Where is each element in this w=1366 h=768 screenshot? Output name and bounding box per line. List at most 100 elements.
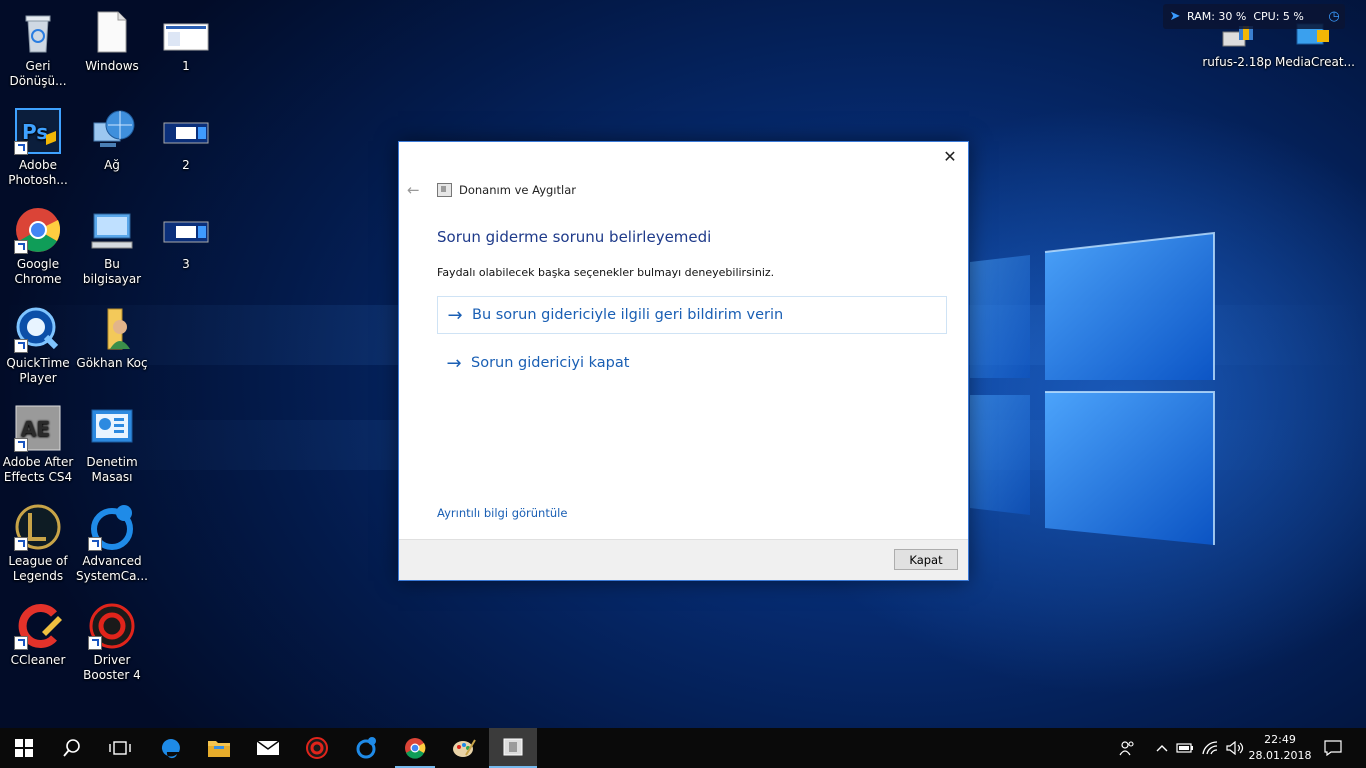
feedback-option-link[interactable]: → Bu sorun gidericiyle ilgili geri bildi… [437,296,947,334]
chrome-icon [405,738,426,759]
desktop-icon-chrome[interactable]: Google Chrome [0,206,76,287]
advanced-systemcare-icon [356,737,376,759]
shortcut-arrow-icon [14,141,28,155]
desktop-icon-media-creation-tool[interactable]: MediaCreat... [1275,22,1355,70]
action-center-button[interactable] [1320,728,1346,768]
desktop-icon-recycle-bin[interactable]: Geri Dönüşü... [0,8,76,89]
taskbar-paint[interactable] [440,728,488,768]
notification-icon [1324,740,1342,756]
desktop-icon-label: Advanced SystemCa... [76,554,148,583]
battery-button[interactable] [1174,728,1196,768]
system-monitor-widget[interactable]: ➤ RAM: 30 % CPU: 5 % ◷ [1163,4,1345,29]
desktop-icon-network[interactable]: Ağ [74,107,150,173]
dialog-footer: Kapat [399,539,968,580]
rocket-icon[interactable]: ➤ [1163,9,1187,24]
windows-start-icon [15,739,33,757]
mail-icon [256,740,280,755]
people-icon [1119,741,1134,756]
desktop-icon-label: Geri Dönüşü... [9,59,67,88]
speedometer-icon[interactable]: ◷ [1323,9,1345,24]
desktop-icon-windows[interactable]: Windows [74,8,150,74]
clock-date: 28.01.2018 [1248,749,1312,762]
desktop-icon-label: Bu bilgisayar [82,257,142,286]
back-arrow-icon[interactable]: ← [407,181,427,199]
after-effects-icon: AE [14,404,62,452]
search-icon [63,739,80,757]
shortcut-arrow-icon [14,339,28,353]
driver-booster-icon [306,737,328,759]
screenshot-thumbnail-icon [162,107,210,155]
photoshop-icon: Ps [14,107,62,155]
desktop-icon-label: League of Legends [8,554,68,583]
desktop-icon-this-pc[interactable]: Bu bilgisayar [74,206,150,287]
desktop-icon-2[interactable]: 2 [148,107,224,173]
driver-booster-icon [88,602,136,650]
paint-palette-icon [453,739,476,757]
desktop-icon-after-effects[interactable]: AE Adobe After Effects CS4 [0,404,76,485]
desktop-icon-control-panel[interactable]: Denetim Masası [74,404,150,485]
option-label: Bu sorun gidericiyle ilgili geri bildiri… [472,307,784,323]
league-of-legends-icon [14,503,62,551]
control-panel-icon [88,404,136,452]
desktop-icon-ccleaner[interactable]: CCleaner [0,602,76,668]
desktop-icon-user-folder[interactable]: Gökhan Koç [74,305,150,371]
show-hidden-icons-button[interactable] [1152,728,1172,768]
desktop-icon-label: 3 [182,257,190,271]
troubleshooter-dialog: ✕ ← Donanım ve Aygıtlar Sorun giderme so… [398,141,969,581]
search-button[interactable] [48,728,96,768]
shortcut-arrow-icon [14,537,28,551]
desktop-icon-photoshop[interactable]: Ps Adobe Photosh... [0,107,76,188]
wifi-button[interactable] [1200,728,1222,768]
screenshot-thumbnail-icon [162,8,210,56]
taskbar-driver-booster[interactable] [293,728,341,768]
people-button[interactable] [1114,728,1140,768]
desktop-icon-label: Adobe Photosh... [8,158,68,187]
desktop-icon-label: QuickTime Player [6,356,70,385]
desktop-icon-driver-booster[interactable]: Driver Booster 4 [74,602,150,683]
taskbar-chrome[interactable] [391,728,439,768]
page-description: Faydalı olabilecek başka seçenekler bulm… [437,266,775,279]
shortcut-arrow-icon [14,636,28,650]
battery-icon [1176,743,1193,753]
desktop-icon-label: Gökhan Koç [76,356,148,370]
desktop-icon-league-of-legends[interactable]: League of Legends [0,503,76,584]
desktop-icon-quicktime[interactable]: QuickTime Player [0,305,76,386]
recycle-bin-icon [14,8,62,56]
desktop-icon-rufus[interactable]: rufus-2.18p [1199,22,1275,70]
edge-icon [161,738,180,759]
taskbar: 22:49 28.01.2018 [0,728,1366,768]
arrow-right-icon: → [446,352,462,374]
view-details-link[interactable]: Ayrıntılı bilgi görüntüle [437,506,567,520]
advanced-systemcare-icon [88,503,136,551]
taskbar-advanced-systemcare[interactable] [342,728,390,768]
desktop-icon-label: rufus-2.18p [1202,55,1272,69]
close-icon[interactable]: ✕ [936,144,964,170]
ccleaner-icon [14,602,62,650]
desktop-icon-label: Denetim Masası [86,455,138,484]
desktop-icon-label: 1 [182,59,190,73]
close-button[interactable]: Kapat [894,549,958,570]
breadcrumb-title: Donanım ve Aygıtlar [459,183,576,197]
desktop-icon-label: Ağ [104,158,120,172]
option-label: Sorun gidericiyi kapat [471,355,630,371]
taskbar-mail[interactable] [244,728,292,768]
breadcrumb: ← Donanım ve Aygıtlar [407,180,576,200]
desktop-icon-advanced-systemcare[interactable]: Advanced SystemCa... [74,503,150,584]
close-troubleshooter-option-link[interactable]: → Sorun gidericiyi kapat [437,344,947,382]
desktop-icon-1[interactable]: 1 [148,8,224,74]
screenshot-thumbnail-icon [162,206,210,254]
chevron-up-icon [1156,745,1168,752]
quicktime-icon [14,305,62,353]
start-button[interactable] [0,728,48,768]
desktop-icon-3[interactable]: 3 [148,206,224,272]
task-view-button[interactable] [96,728,144,768]
taskbar-clock[interactable]: 22:49 28.01.2018 [1240,732,1320,764]
desktop-icon-label: MediaCreat... [1275,55,1355,69]
taskbar-file-explorer[interactable] [195,728,243,768]
taskbar-troubleshooter[interactable] [489,728,537,768]
desktop-icon-label: Driver Booster 4 [83,653,141,682]
shortcut-arrow-icon [88,636,102,650]
shortcut-arrow-icon [14,240,28,254]
desktop-icon-label: Adobe After Effects CS4 [2,455,74,484]
taskbar-edge[interactable] [146,728,194,768]
